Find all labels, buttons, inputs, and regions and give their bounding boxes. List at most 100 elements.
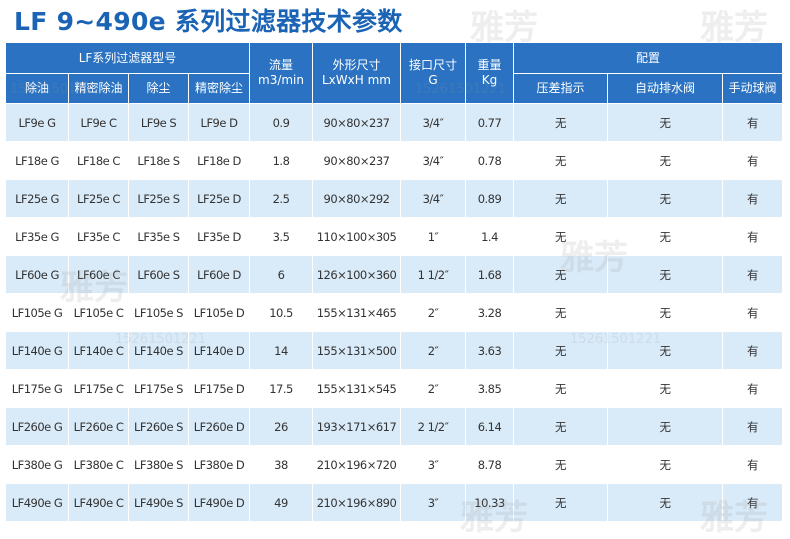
cell-drain: 无 [607, 217, 723, 256]
cell-s: LF260e S [128, 407, 189, 446]
cell-flow: 3.5 [249, 217, 313, 256]
col-header-fine-oil: 精密除油 [68, 73, 129, 104]
cell-port: 3″ [400, 445, 466, 484]
cell-drain: 无 [607, 293, 723, 332]
cell-d: LF60e D [188, 255, 250, 294]
cell-weight: 3.63 [465, 331, 514, 370]
header-row-top: LF系列过滤器型号 流量 m3/min 外形尺寸 LxWxH mm 接口尺寸 G… [5, 42, 783, 104]
cell-drain: 无 [607, 445, 723, 484]
size-header-name: 外形尺寸 [332, 58, 381, 72]
cell-drain: 无 [607, 179, 723, 218]
cell-valve: 有 [722, 293, 783, 332]
cell-dp: 无 [513, 369, 608, 408]
cell-weight: 1.4 [465, 217, 514, 256]
cell-port: 1″ [400, 217, 466, 256]
cell-g: LF140e G [5, 331, 69, 370]
cell-size: 155×131×465 [312, 293, 401, 332]
cell-d: LF105e D [188, 293, 250, 332]
cell-size: 110×100×305 [312, 217, 401, 256]
table-row: LF490e G LF490e C LF490e S LF490e D 49 210×19… [5, 483, 783, 522]
cell-weight: 8.78 [465, 445, 514, 484]
size-header-unit: LxWxH mm [322, 73, 391, 87]
cell-port: 3/4″ [400, 141, 466, 180]
cell-valve: 有 [722, 103, 783, 142]
cell-port: 3/4″ [400, 103, 466, 142]
cell-g: LF105e G [5, 293, 69, 332]
cell-s: LF35e S [128, 217, 189, 256]
weight-header-unit: Kg [481, 73, 498, 87]
cell-port: 1 1/2″ [400, 255, 466, 294]
cell-d: LF490e D [188, 483, 250, 522]
cell-s: LF490e S [128, 483, 189, 522]
cell-s: LF60e S [128, 255, 189, 294]
cell-d: LF25e D [188, 179, 250, 218]
cell-port: 3″ [400, 483, 466, 522]
cell-weight: 3.28 [465, 293, 514, 332]
cell-size: 155×131×545 [312, 369, 401, 408]
cell-valve: 有 [722, 407, 783, 446]
cell-weight: 10.33 [465, 483, 514, 522]
cell-size: 90×80×237 [312, 141, 401, 180]
cell-valve: 有 [722, 179, 783, 218]
cell-weight: 0.89 [465, 179, 514, 218]
cell-drain: 无 [607, 483, 723, 522]
table-row: LF175e G LF175e C LF175e S LF175e D 17.5 155×… [5, 369, 783, 408]
cell-c: LF60e C [68, 255, 129, 294]
cell-g: LF18e G [5, 141, 69, 180]
cell-c: LF9e C [68, 103, 129, 142]
cell-dp: 无 [513, 141, 608, 180]
cell-weight: 1.68 [465, 255, 514, 294]
cell-drain: 无 [607, 103, 723, 142]
cell-valve: 有 [722, 255, 783, 294]
table-row: LF25e G LF25e C LF25e S LF25e D 2.5 90×80×292… [5, 179, 783, 218]
cell-flow: 1.8 [249, 141, 313, 180]
flow-header-unit: m3/min [258, 73, 304, 87]
cell-port: 3/4″ [400, 179, 466, 218]
cell-g: LF60e G [5, 255, 69, 294]
cell-valve: 有 [722, 483, 783, 522]
cell-s: LF105e S [128, 293, 189, 332]
cell-size: 90×80×237 [312, 103, 401, 142]
cell-s: LF9e S [128, 103, 189, 142]
cell-d: LF260e D [188, 407, 250, 446]
cell-s: LF25e S [128, 179, 189, 218]
port-header-name: 接口尺寸 [408, 58, 457, 72]
port-header: 接口尺寸 G [400, 42, 466, 104]
cell-valve: 有 [722, 141, 783, 180]
cell-d: LF175e D [188, 369, 250, 408]
cell-flow: 26 [249, 407, 313, 446]
cell-d: LF140e D [188, 331, 250, 370]
config-group-header: 配置 [513, 42, 783, 74]
cell-weight: 0.77 [465, 103, 514, 142]
weight-header-name: 重量 [477, 58, 502, 72]
col-header-auto-drain: 自动排水阀 [607, 73, 723, 104]
cell-size: 155×131×500 [312, 331, 401, 370]
cell-dp: 无 [513, 293, 608, 332]
cell-c: LF380e C [68, 445, 129, 484]
cell-drain: 无 [607, 255, 723, 294]
cell-dp: 无 [513, 445, 608, 484]
cell-size: 210×196×890 [312, 483, 401, 522]
cell-g: LF490e G [5, 483, 69, 522]
cell-size: 193×171×617 [312, 407, 401, 446]
cell-c: LF18e C [68, 141, 129, 180]
table-row: LF105e G LF105e C LF105e S LF105e D 10.5 155×… [5, 293, 783, 332]
col-header-oil: 除油 [5, 73, 69, 104]
cell-flow: 2.5 [249, 179, 313, 218]
col-header-pressure-indicator: 压差指示 [513, 73, 608, 104]
weight-header: 重量 Kg [465, 42, 514, 104]
cell-drain: 无 [607, 369, 723, 408]
col-header-manual-valve: 手动球阀 [722, 73, 783, 104]
cell-dp: 无 [513, 407, 608, 446]
cell-g: LF260e G [5, 407, 69, 446]
cell-size: 90×80×292 [312, 179, 401, 218]
table-row: LF35e G LF35e C LF35e S LF35e D 3.5 110×100×3… [5, 217, 783, 256]
col-header-dust: 除尘 [128, 73, 189, 104]
spec-table: LF系列过滤器型号 流量 m3/min 外形尺寸 LxWxH mm 接口尺寸 G… [5, 42, 783, 522]
col-header-fine-dust: 精密除尘 [188, 73, 250, 104]
cell-c: LF490e C [68, 483, 129, 522]
cell-s: LF18e S [128, 141, 189, 180]
cell-port: 2″ [400, 293, 466, 332]
cell-c: LF175e C [68, 369, 129, 408]
cell-s: LF140e S [128, 331, 189, 370]
